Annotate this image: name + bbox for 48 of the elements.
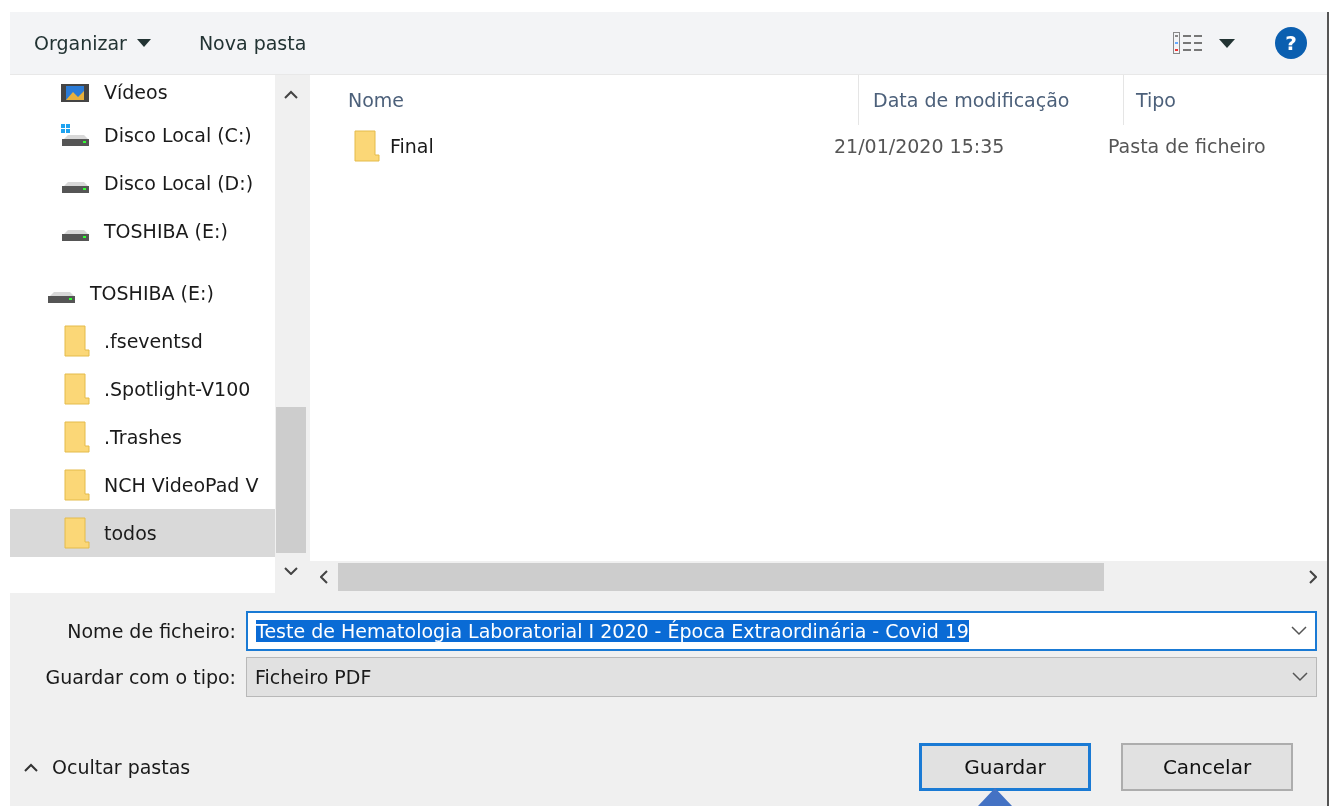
- scroll-left-icon[interactable]: [320, 570, 328, 584]
- chevron-up-icon: [24, 762, 38, 772]
- drive-icon: [60, 180, 90, 194]
- folder-icon: [64, 421, 90, 453]
- nav-item[interactable]: Vídeos: [10, 75, 275, 111]
- folder-icon: [354, 130, 380, 162]
- file-name[interactable]: Final: [390, 135, 434, 157]
- nav-item[interactable]: TOSHIBA (E:): [10, 269, 275, 317]
- nav-item[interactable]: .Trashes: [10, 413, 275, 461]
- help-icon[interactable]: ?: [1275, 27, 1307, 59]
- file-type-dropdown[interactable]: Ficheiro PDF: [246, 657, 1317, 697]
- system-drive-icon: [60, 123, 90, 147]
- nav-item[interactable]: .fseventsd: [10, 317, 275, 365]
- nav-item[interactable]: Disco Local (D:): [10, 159, 275, 207]
- field-label: Guardar com o tipo:: [44, 666, 236, 688]
- scrollbar-thumb[interactable]: [338, 563, 1104, 591]
- nav-item[interactable]: todos: [10, 509, 275, 557]
- nav-item[interactable]: Disco Local (C:): [10, 111, 275, 159]
- nav-item[interactable]: NCH VideoPad V: [10, 461, 275, 509]
- date-cell: 21/01/2020 15:35: [834, 135, 1005, 157]
- caret-icon[interactable]: [136, 39, 151, 47]
- organize-menu[interactable]: Organizar: [30, 28, 155, 58]
- scroll-right-icon[interactable]: [1309, 570, 1317, 584]
- filename-field[interactable]: Teste de Hematologia Laboratorial I 2020 - Época Extraordinária - Covid 19: [246, 611, 1317, 651]
- chevron-down-icon[interactable]: [1292, 672, 1308, 682]
- column-header[interactable]: Data de modificação: [859, 75, 1124, 125]
- nav-item[interactable]: .Spotlight-V100: [10, 365, 275, 413]
- type-cell: Pasta de ficheiro: [1108, 135, 1266, 157]
- nav-item[interactable]: TOSHIBA (E:): [10, 207, 275, 255]
- film-icon: [60, 83, 90, 103]
- folder-icon: [64, 373, 90, 405]
- folder-icon: [64, 325, 90, 357]
- view-options-icon[interactable]: [1173, 32, 1205, 54]
- drive-icon: [46, 290, 76, 304]
- pointer-arrow-icon: [978, 788, 1012, 806]
- folder-icon: [64, 517, 90, 549]
- column-header[interactable]: Nome: [310, 75, 859, 125]
- folder-icon: [64, 469, 90, 501]
- hide-folders-button[interactable]: Ocultar pastas: [22, 756, 191, 778]
- chevron-down-icon[interactable]: [1291, 626, 1307, 636]
- column-header[interactable]: Tipo: [1124, 75, 1327, 125]
- caret-icon[interactable]: [1219, 38, 1235, 48]
- new-folder-button[interactable]: Nova pasta: [194, 28, 311, 58]
- field-label: Nome de ficheiro:: [66, 620, 236, 642]
- save-button[interactable]: Guardar: [919, 743, 1091, 791]
- drive-icon: [60, 228, 90, 242]
- scrollbar-thumb[interactable]: [276, 407, 306, 553]
- cancel-button[interactable]: Cancelar: [1121, 743, 1293, 791]
